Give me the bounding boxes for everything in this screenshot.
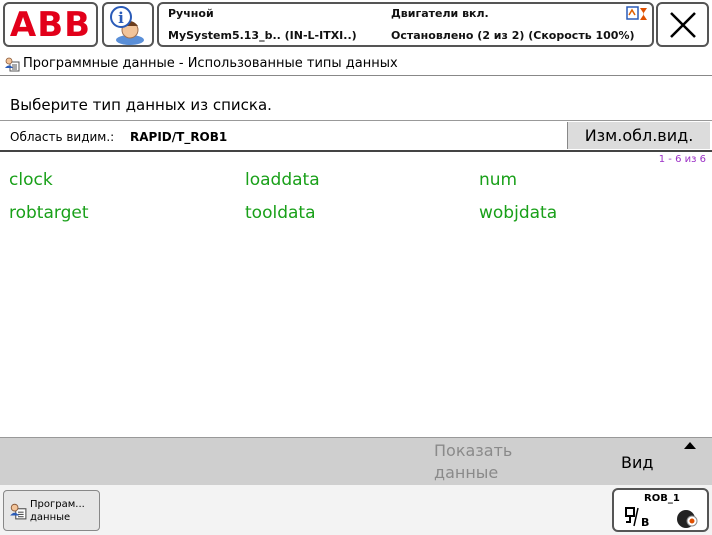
command-bar: Показать данные Вид xyxy=(0,437,712,485)
view-menu-button[interactable]: Вид xyxy=(575,438,712,486)
top-bar: ABB i Ручной MySystem5.13_b.. (IN-L-ITXI… xyxy=(0,0,712,50)
svg-text:B: B xyxy=(641,516,649,528)
show-data-button[interactable]: Показать данные xyxy=(434,440,554,484)
scope-value: RAPID/T_ROB1 xyxy=(130,130,228,144)
close-icon xyxy=(669,11,696,38)
operator-info-icon: i xyxy=(110,6,144,45)
page-count: 1 - 6 из 6 xyxy=(658,154,706,165)
change-scope-button[interactable]: Изм.обл.вид. xyxy=(567,122,710,149)
scope-label: Область видим.: xyxy=(10,130,115,144)
status-indicator-icon xyxy=(626,6,647,20)
data-type-item[interactable]: wobjdata xyxy=(479,203,557,223)
data-type-item[interactable]: loaddata xyxy=(245,170,320,190)
window-title: Программные данные - Использованные типы… xyxy=(23,56,398,71)
taskbar-label-line1: Програм... xyxy=(30,499,85,510)
close-button[interactable] xyxy=(656,2,709,47)
program-state: Остановлено (2 из 2) (Скорость 100%) xyxy=(391,29,635,42)
program-data-icon xyxy=(10,503,27,520)
event-log-button[interactable]: i xyxy=(102,2,154,47)
data-type-item[interactable]: tooldata xyxy=(245,203,315,223)
instruction-text: Выберите тип данных из списка. xyxy=(10,96,272,114)
show-data-label-line1: Показать xyxy=(434,441,513,460)
show-data-label-line2: данные xyxy=(434,463,499,482)
scope-bar: Область видим.: RAPID/T_ROB1 Изм.обл.вид… xyxy=(0,120,712,152)
data-type-item[interactable]: robtarget xyxy=(9,203,89,223)
operating-mode: Ручной xyxy=(168,7,214,20)
jogging-icon: B xyxy=(625,507,649,528)
motors-state: Двигатели вкл. xyxy=(391,7,489,20)
taskbar: Програм... данные ROB_1 B xyxy=(0,485,712,535)
data-type-item[interactable]: clock xyxy=(9,170,53,190)
speed-icon xyxy=(677,510,698,528)
abb-menu-button[interactable]: ABB xyxy=(3,2,98,47)
program-data-icon xyxy=(5,57,20,71)
abb-logo: ABB xyxy=(9,4,92,45)
menu-up-arrow-icon xyxy=(684,442,696,449)
taskbar-program-data-button[interactable]: Програм... данные xyxy=(3,490,100,531)
data-type-item[interactable]: num xyxy=(479,170,517,190)
svg-text:i: i xyxy=(118,9,124,27)
window-title-bar: Программные данные - Использованные типы… xyxy=(0,52,712,76)
system-name: MySystem5.13_b.. (IN-L-ITXI..) xyxy=(168,29,357,42)
taskbar-label-line2: данные xyxy=(30,512,71,523)
view-label: Вид xyxy=(621,453,654,472)
quickset-robot-button[interactable]: ROB_1 B xyxy=(612,488,709,532)
robot-label: ROB_1 xyxy=(644,493,680,504)
status-bar[interactable]: Ручной MySystem5.13_b.. (IN-L-ITXI..) Дв… xyxy=(157,2,654,47)
